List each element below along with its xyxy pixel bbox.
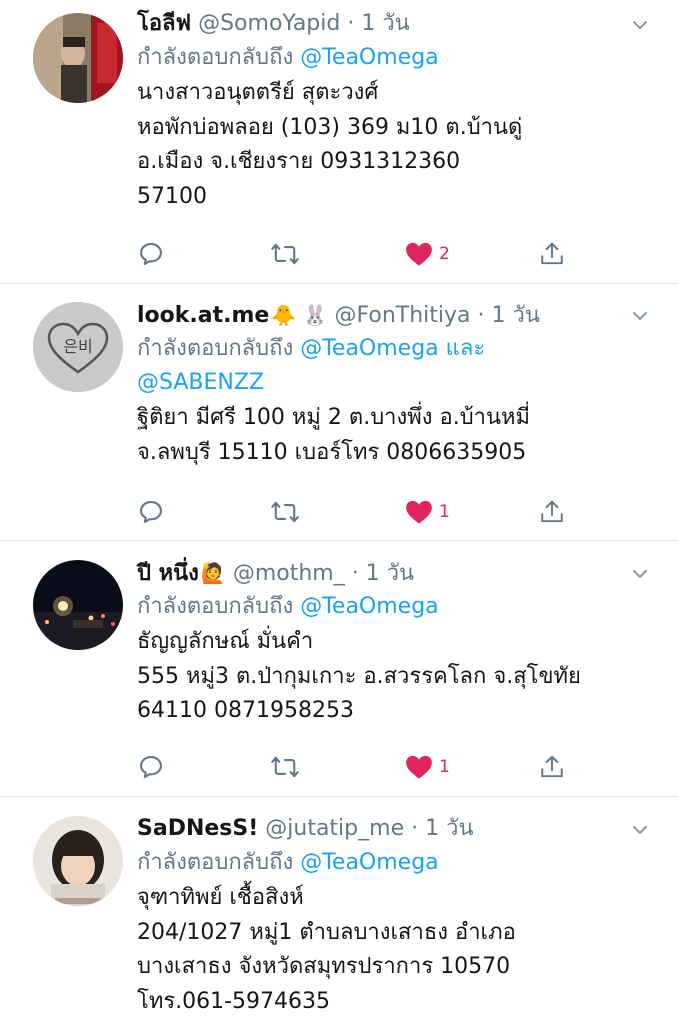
mention-link[interactable]: @TeaOmega: [300, 850, 438, 875]
heart-icon: [406, 500, 432, 524]
tweet-text: ฐิติยา มีศรี 100 หมู่ 2 ต.บางพึ่ง อ.บ้าน…: [137, 401, 658, 470]
display-name[interactable]: ปี หนึ่ง: [137, 561, 199, 586]
like-count: 1: [439, 502, 450, 522]
user-handle[interactable]: @mothm_: [233, 561, 345, 586]
chevron-down-icon[interactable]: [632, 822, 648, 838]
avatar[interactable]: [33, 816, 123, 906]
tweet-text: นางสาวอนุตตรีย์ สุตะวงศ์ หอพักบ่อพลอย (1…: [137, 76, 658, 214]
tweet-text-line: นางสาวอนุตตรีย์ สุตะวงศ์: [137, 80, 379, 105]
timestamp[interactable]: 1 วัน: [492, 303, 540, 328]
separator-dot: ·: [404, 816, 426, 841]
like-button[interactable]: 1: [405, 750, 450, 784]
mention-link[interactable]: @SABENZZ: [137, 370, 264, 395]
share-button[interactable]: [539, 495, 565, 529]
replying-to-label: กำลังตอบกลับถึง: [137, 45, 294, 70]
display-name-emoji: 🐥 🐰: [271, 303, 328, 327]
replying-to: กำลังตอบกลับถึง @TeaOmega และ: [137, 332, 658, 366]
svg-text:은비: 은비: [63, 337, 92, 356]
tweet-text-line: จ.ลพบุรี 15110 เบอร์โทร 0806635905: [137, 439, 527, 465]
mention-link[interactable]: @TeaOmega: [300, 45, 438, 70]
share-icon: [541, 242, 563, 265]
timestamp[interactable]: 1 วัน: [361, 11, 409, 36]
user-handle[interactable]: @SomoYapid: [198, 11, 340, 36]
display-name[interactable]: โอลีฟ: [137, 11, 191, 36]
tweet[interactable]: 은비 look.at.me 🐥 🐰 @FonThitiya · 1 วัน กำล…: [0, 284, 678, 541]
tweet-text-line: โทร.061-5974635: [137, 988, 331, 1014]
avatar[interactable]: 은비: [33, 302, 123, 392]
share-icon: [541, 500, 563, 523]
tweet-text-line: หอพักบ่อพลอย (103) 369 ม10 ต.บ้านดู่: [137, 114, 523, 140]
tweet[interactable]: SaDNesS! @jutatip_me · 1 วัน กำลังตอบกลั…: [0, 797, 678, 1024]
mention-link[interactable]: @TeaOmega: [300, 594, 438, 619]
tweet-text-line: 204/1027 หมู่1 ตำบลบางเสาธง อำเภอ: [137, 919, 516, 945]
like-button[interactable]: 2: [405, 237, 450, 271]
user-handle[interactable]: @FonThitiya: [335, 303, 471, 328]
mention-conjunction: และ: [445, 336, 486, 361]
like-button[interactable]: 1: [405, 495, 450, 529]
heart-icon: [406, 242, 432, 266]
tweet-text-line: 64110 0871958253: [137, 698, 354, 723]
replying-to-label: กำลังตอบกลับถึง: [137, 850, 294, 875]
tweet-text-line: จุฑาทิพย์ เชื้อสิงห์: [137, 885, 304, 910]
tweet-text-line: อ.เมือง จ.เชียงราย 0931312360: [137, 149, 461, 174]
timestamp[interactable]: 1 วัน: [366, 561, 414, 586]
replying-to-label: กำลังตอบกลับถึง: [137, 336, 294, 361]
reply-icon: [140, 501, 162, 523]
share-button[interactable]: [539, 237, 565, 271]
separator-dot: ·: [344, 561, 366, 586]
retweet-button[interactable]: [270, 750, 300, 784]
display-name-emoji: 🙋: [200, 561, 226, 585]
tweet-text-line: 57100: [137, 183, 207, 209]
tweet-text-line: ฐิติยา มีศรี 100 หมู่ 2 ต.บางพึ่ง อ.บ้าน…: [137, 405, 531, 430]
replying-to: กำลังตอบกลับถึง @TeaOmega: [137, 590, 658, 624]
replying-to-label: กำลังตอบกลับถึง: [137, 594, 294, 619]
tweet[interactable]: โอลีฟ @SomoYapid · 1 วัน กำลังตอบกลับถึง…: [0, 0, 678, 284]
reply-button[interactable]: [137, 495, 165, 529]
retweet-button[interactable]: [270, 495, 300, 529]
separator-dot: ·: [470, 303, 492, 328]
reply-icon: [140, 243, 162, 265]
tweet[interactable]: ปี หนึ่ง 🙋 @mothm_ · 1 วัน กำลังตอบกลับถึ…: [0, 541, 678, 797]
replying-to: กำลังตอบกลับถึง @TeaOmega: [137, 41, 658, 75]
tweet-text: ธัญญลักษณ์ มั่นคำ 555 หมู่3 ต.ป่ากุมเกาะ…: [137, 625, 658, 729]
tweet-text-line: 555 หมู่3 ต.ป่ากุมเกาะ อ.สวรรคโลก จ.สุโข…: [137, 663, 581, 689]
display-name[interactable]: look.at.me: [137, 303, 269, 328]
heart-icon: [406, 755, 432, 779]
like-count: 2: [439, 244, 450, 264]
chevron-down-icon[interactable]: [632, 308, 648, 324]
chevron-down-icon[interactable]: [632, 17, 648, 33]
display-name[interactable]: SaDNesS!: [137, 816, 258, 841]
separator-dot: ·: [340, 11, 362, 36]
user-handle[interactable]: @jutatip_me: [265, 816, 404, 841]
like-count: 1: [439, 757, 450, 777]
share-button[interactable]: [539, 750, 565, 784]
tweet-text-line: บางเสาธง จังหวัดสมุทรปราการ 10570: [137, 954, 511, 979]
retweet-icon: [271, 756, 299, 778]
tweet-text-line: ธัญญลักษณ์ มั่นคำ: [137, 629, 314, 654]
share-icon: [541, 755, 563, 778]
avatar[interactable]: [33, 560, 123, 650]
avatar[interactable]: [33, 13, 123, 103]
reply-button[interactable]: [137, 237, 165, 271]
tweet-text: จุฑาทิพย์ เชื้อสิงห์ 204/1027 หมู่1 ตำบล…: [137, 881, 658, 1019]
chevron-down-icon[interactable]: [632, 566, 648, 582]
replying-to: กำลังตอบกลับถึง @TeaOmega: [137, 846, 658, 880]
retweet-button[interactable]: [270, 237, 300, 271]
mention-link[interactable]: @TeaOmega: [300, 336, 438, 361]
replying-to-continued: @SABENZZ: [137, 366, 658, 400]
retweet-icon: [271, 501, 299, 523]
reply-icon: [140, 756, 162, 778]
retweet-icon: [271, 243, 299, 265]
reply-button[interactable]: [137, 750, 165, 784]
timestamp[interactable]: 1 วัน: [425, 816, 473, 841]
